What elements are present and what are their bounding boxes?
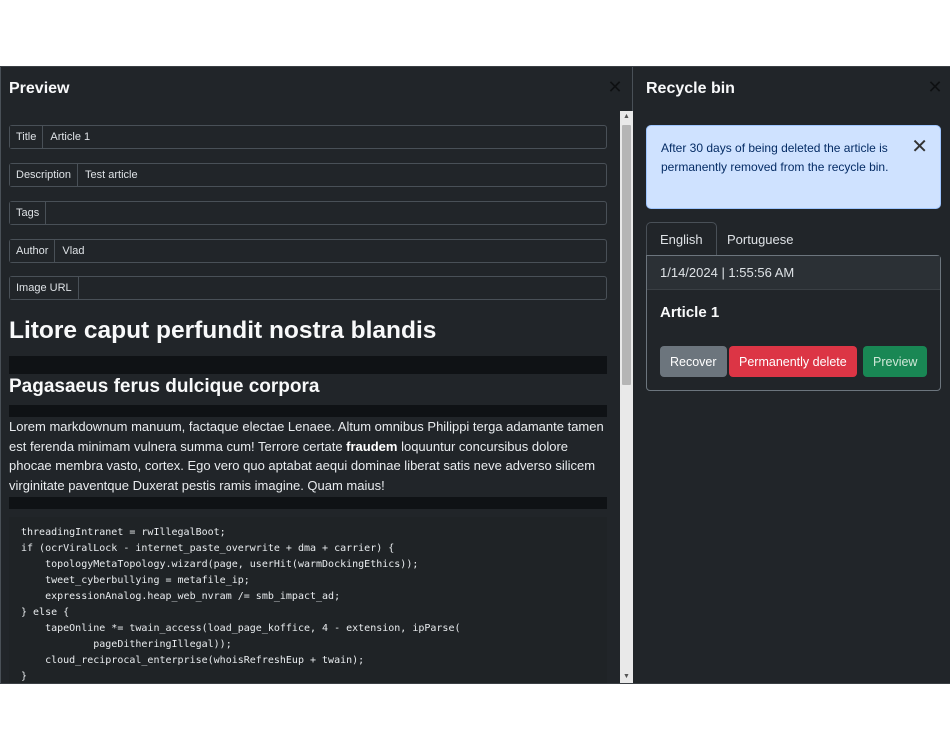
field-value: Article 1: [50, 131, 91, 143]
field-value: Test article: [85, 169, 138, 181]
description-field: Description Test article: [9, 163, 607, 187]
divider: [9, 405, 607, 417]
recycle-bin-title: Recycle bin: [646, 80, 735, 97]
paragraph-bold-text: fraudem: [346, 438, 398, 454]
preview-title: Preview: [9, 80, 70, 97]
deleted-article-card: 1/14/2024 | 1:55:56 AM Article 1 Recover…: [646, 255, 941, 391]
preview-content[interactable]: Title Article 1 Description Test article…: [9, 111, 617, 683]
image-url-field: Image URL: [9, 276, 607, 300]
article-heading-1: Litore caput perfundit nostra blandis: [9, 317, 437, 344]
scroll-up-icon[interactable]: ▲: [620, 111, 633, 123]
author-field: Author Vlad: [9, 239, 607, 263]
language-tabs: English Portuguese: [646, 222, 941, 256]
recycle-bin-header: Recycle bin ✕: [633, 67, 950, 111]
title-field: Title Article 1: [9, 125, 607, 149]
info-alert: After 30 days of being deleted the artic…: [646, 125, 941, 209]
divider: [9, 497, 607, 509]
field-value: Vlad: [62, 245, 85, 257]
field-label: Author: [10, 240, 56, 262]
field-value: [46, 202, 606, 224]
divider: [9, 356, 607, 374]
close-icon[interactable]: ✕: [927, 78, 943, 96]
preview-panel: Preview ✕ Title Article 1 Description Te…: [0, 67, 633, 683]
preview-header: Preview ✕: [1, 67, 632, 111]
article-paragraph: Lorem markdownum manuum, factaque electa…: [9, 417, 609, 495]
deleted-timestamp: 1/14/2024 | 1:55:56 AM: [647, 256, 940, 290]
field-label: Description: [10, 164, 79, 186]
article-heading-2: Pagasaeus ferus dulcique corpora: [9, 376, 320, 397]
tab-portuguese[interactable]: Portuguese: [714, 222, 807, 256]
recover-button[interactable]: Recover: [660, 346, 727, 377]
field-label: Image URL: [10, 277, 79, 299]
app-window: Preview ✕ Title Article 1 Description Te…: [0, 66, 950, 684]
scroll-down-icon[interactable]: ▼: [620, 671, 633, 683]
field-label: Title: [10, 126, 44, 148]
code-block: threadingIntranet = rwIllegalBoot; if (o…: [9, 517, 607, 683]
alert-text: After 30 days of being deleted the artic…: [661, 141, 889, 174]
scrollbar[interactable]: ▲ ▼: [620, 111, 633, 683]
close-icon[interactable]: ✕: [911, 137, 928, 157]
field-value: [79, 277, 606, 299]
recycle-bin-panel: Recycle bin ✕ After 30 days of being del…: [633, 67, 950, 683]
tags-field: Tags: [9, 201, 607, 225]
tab-english[interactable]: English: [646, 222, 717, 256]
permanently-delete-button[interactable]: Permanently delete: [729, 346, 857, 377]
field-label: Tags: [10, 202, 47, 224]
article-title: Article 1: [660, 304, 720, 321]
preview-button[interactable]: Preview: [863, 346, 928, 377]
close-icon[interactable]: ✕: [607, 78, 623, 96]
scrollbar-thumb[interactable]: [622, 125, 631, 385]
